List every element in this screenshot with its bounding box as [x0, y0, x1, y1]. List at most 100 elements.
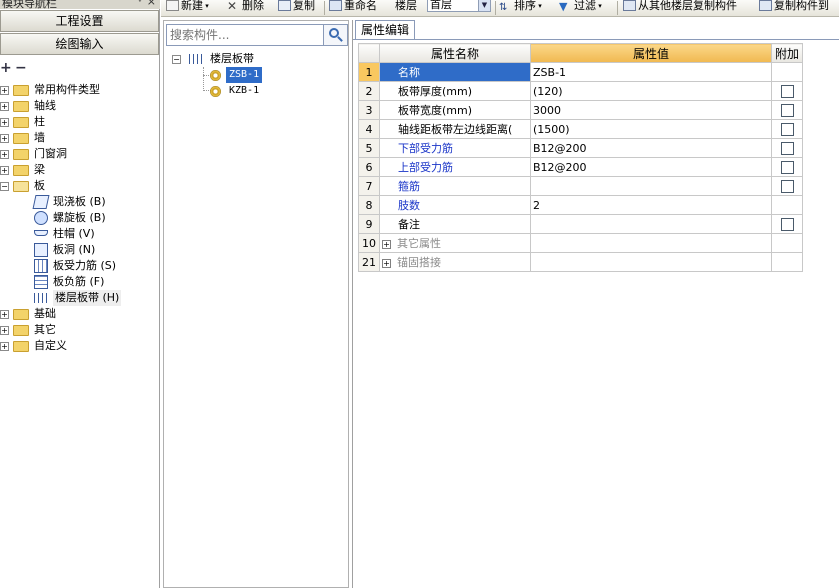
negative-rebar-icon [34, 275, 48, 289]
copy-to-floor-icon [759, 0, 772, 11]
delete-icon: ✕ [227, 0, 238, 13]
collapse-all-icon[interactable]: − [15, 60, 27, 76]
extra-cell [771, 195, 803, 215]
new-icon [166, 0, 179, 11]
table-row[interactable]: 7 箍筋 [358, 176, 803, 196]
table-row[interactable]: 6 上部受力筋 B12@200 [358, 157, 803, 177]
filter-button[interactable]: ▼ 过滤 ▾ [559, 0, 602, 16]
slab-icon [32, 195, 50, 209]
extra-checkbox[interactable] [780, 103, 794, 117]
expand-icon[interactable]: + [0, 102, 9, 111]
tree-item-label: 基础 [34, 307, 56, 320]
rename-button[interactable]: 重命名 [329, 0, 377, 16]
toolbar-separator [495, 1, 496, 15]
expand-icon[interactable]: + [382, 240, 391, 249]
expand-icon[interactable]: + [0, 342, 9, 351]
floor-strip-icon [34, 293, 48, 303]
tree-item-label: 柱帽 (V) [53, 227, 95, 240]
folder-icon [13, 149, 29, 160]
extra-cell [771, 214, 803, 234]
tree-item-label: 墙 [34, 131, 45, 144]
extra-checkbox[interactable] [780, 141, 794, 155]
extra-header[interactable]: 附加 [771, 43, 803, 63]
property-value-cell[interactable]: (1500) [530, 119, 772, 139]
folder-icon [13, 165, 29, 176]
expand-icon[interactable]: + [0, 326, 9, 335]
property-name-cell[interactable]: + 其它属性 [379, 233, 531, 253]
copy-button[interactable]: 复制 [278, 0, 315, 16]
expand-icon[interactable]: + [0, 150, 9, 159]
collapse-icon[interactable]: − [0, 182, 9, 191]
search-button[interactable] [324, 24, 348, 46]
property-name-header[interactable]: 属性名称 [379, 43, 531, 63]
search-input[interactable] [166, 24, 324, 46]
slab-hole-icon [34, 243, 48, 257]
property-value-cell[interactable]: 2 [530, 195, 772, 215]
expand-icon[interactable]: + [0, 134, 9, 143]
collapse-icon[interactable]: − [172, 55, 181, 64]
expand-icon[interactable]: + [0, 118, 9, 127]
property-name-cell: 轴线距板带左边线距离( [379, 119, 531, 139]
row-number: 9 [358, 214, 380, 234]
tree-item-label: 常用构件类型 [34, 83, 100, 96]
pin-icon[interactable]: ᵠ [138, 0, 142, 7]
tree-item-label: 梁 [34, 163, 45, 176]
tab-property-editor[interactable]: 属性编辑 [355, 20, 415, 39]
expand-all-icon[interactable]: + [0, 60, 12, 76]
folder-icon [13, 325, 29, 336]
table-row[interactable]: 8 肢数 2 [358, 195, 803, 215]
extra-checkbox[interactable] [780, 179, 794, 193]
copy-from-floor-button[interactable]: 从其他楼层复制构件 [623, 0, 737, 16]
table-row[interactable]: 1 名称 ZSB-1 [358, 62, 803, 82]
table-row[interactable]: 9 备注 [358, 214, 803, 234]
table-row[interactable]: 10 + 其它属性 [358, 233, 803, 253]
slab-rebar-icon [34, 259, 48, 273]
tree-item-label: 门窗洞 [34, 147, 67, 160]
property-value-cell[interactable]: ZSB-1 [530, 62, 772, 82]
expand-icon[interactable]: + [0, 310, 9, 319]
expand-icon[interactable]: + [0, 166, 9, 175]
extra-checkbox[interactable] [780, 160, 794, 174]
extra-checkbox[interactable] [780, 84, 794, 98]
table-row[interactable]: 4 轴线距板带左边线距离((1500) [358, 119, 803, 139]
new-button[interactable]: 新建 ▾ [166, 0, 209, 16]
property-value-cell[interactable]: (120) [530, 81, 772, 101]
extra-checkbox[interactable] [780, 122, 794, 136]
property-value-cell[interactable]: B12@200 [530, 138, 772, 158]
tree-item-label: 板负筋 (F) [53, 275, 105, 288]
nav-toolbar: + − [0, 58, 159, 80]
property-name-label: 名称 [398, 66, 420, 79]
table-row[interactable]: 2 板带厚度(mm) (120) [358, 81, 803, 101]
tree-item-label: 板 [34, 179, 45, 192]
property-value-cell[interactable]: 3000 [530, 100, 772, 120]
sort-icon: ⇅ [499, 2, 508, 13]
folder-icon [13, 85, 29, 96]
property-name-cell[interactable]: + 锚固搭接 [379, 252, 531, 272]
extra-checkbox[interactable] [780, 217, 794, 231]
floor-select[interactable]: 首层 ▼ [427, 0, 491, 12]
table-row[interactable]: 3 板带宽度(mm) 3000 [358, 100, 803, 120]
tab-divider [353, 39, 839, 40]
tree-item-label: 楼层板带 (H) [53, 290, 122, 306]
property-value-cell[interactable] [530, 176, 772, 196]
drawing-input-button[interactable]: 绘图输入 [0, 33, 159, 55]
expand-icon[interactable]: + [0, 86, 9, 95]
chevron-down-icon[interactable]: ▼ [478, 0, 490, 11]
close-icon[interactable]: × [147, 0, 156, 8]
property-name-cell: 上部受力筋 [379, 157, 531, 177]
delete-button[interactable]: ✕ 删除 [227, 0, 264, 16]
component-toolbar: 新建 ▾ ✕ 删除 复制 重命名 楼层 首层 ▼ ⇅ 排序 ▾ ▼ 过滤 ▾ 从其他楼… [161, 0, 839, 17]
property-value-cell[interactable] [530, 214, 772, 234]
property-value-cell[interactable]: B12@200 [530, 157, 772, 177]
expand-icon[interactable]: + [382, 259, 391, 268]
property-name-cell: 板带厚度(mm) [379, 81, 531, 101]
floor-strip-icon [189, 54, 203, 64]
table-row[interactable]: 5 下部受力筋 B12@200 [358, 138, 803, 158]
property-value-header[interactable]: 属性值 [530, 43, 772, 63]
sort-button[interactable]: ⇅ 排序 ▾ [499, 0, 542, 16]
project-settings-button[interactable]: 工程设置 [0, 10, 159, 32]
copy-to-floor-button[interactable]: 复制构件到 [759, 0, 829, 16]
row-number: 5 [358, 138, 380, 158]
table-row[interactable]: 21 + 锚固搭接 [358, 252, 803, 272]
component-item-label: KZB-1 [229, 85, 260, 96]
